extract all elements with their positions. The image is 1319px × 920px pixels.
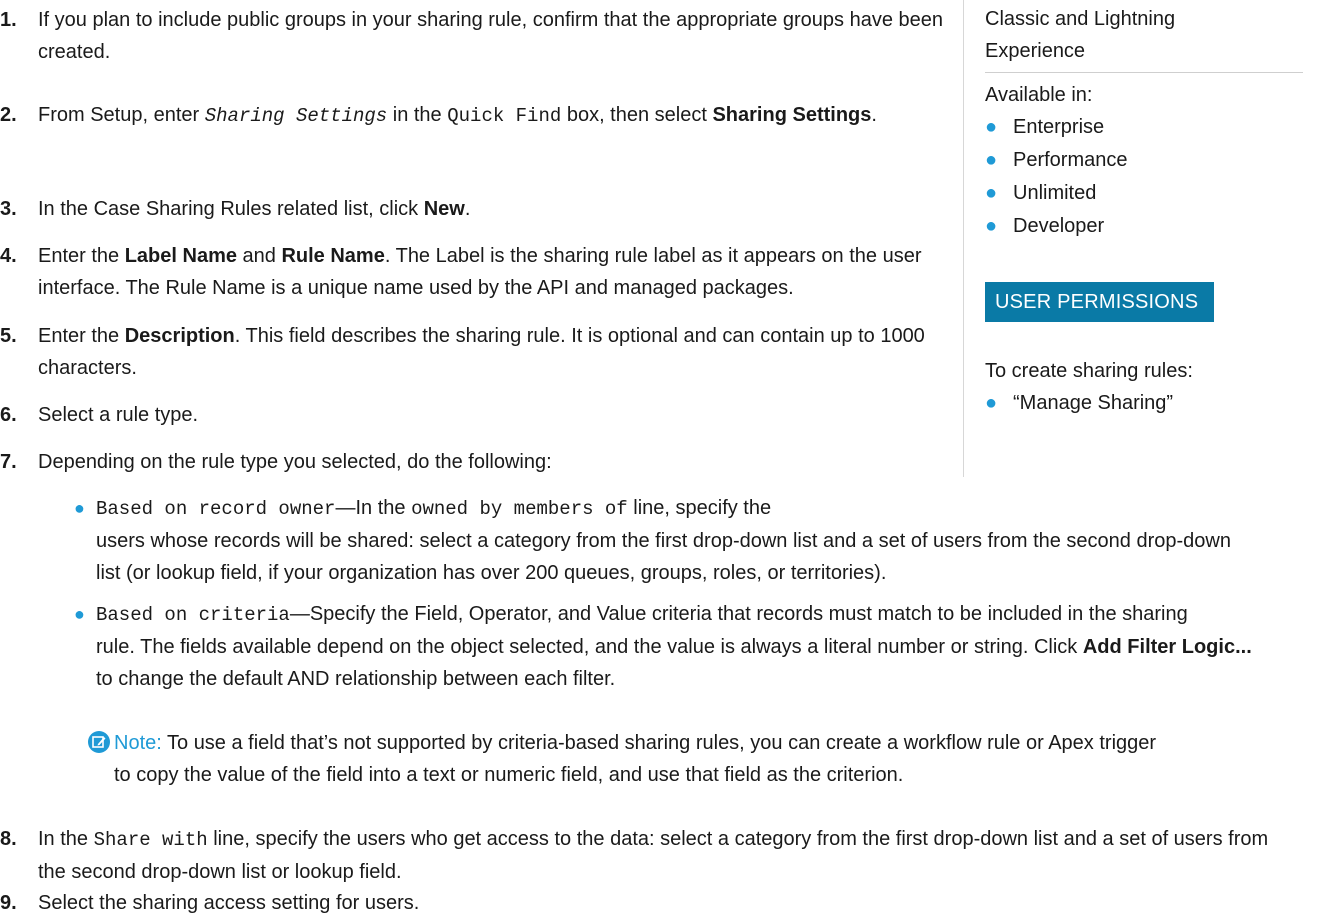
- permission-label: To create sharing rules:: [985, 360, 1193, 382]
- step-number: 1.: [0, 9, 17, 31]
- note-callout: Note: To use a field that’s not supporte…: [88, 727, 1294, 791]
- step-text: From Setup, enter Sharing Settings in th…: [38, 104, 877, 127]
- edition-sidebar: Classic and Lightning Experience Availab…: [963, 0, 1307, 477]
- step-text: If you plan to include public groups in …: [38, 9, 943, 63]
- sidebar-separator: [985, 72, 1303, 73]
- step-2: 2. From Setup, enter Sharing Settings in…: [0, 99, 960, 132]
- edition-item: ● Performance: [985, 145, 1128, 175]
- step-8: 8. In the Share with line, specify the u…: [0, 823, 1300, 888]
- sharing-settings-link: Sharing Settings: [712, 104, 872, 126]
- step-7: 7. Depending on the rule type you select…: [0, 446, 960, 478]
- step-number: 5.: [0, 325, 17, 347]
- bullet-icon: ●: [985, 149, 998, 171]
- step-text: In the Share with line, specify the user…: [38, 828, 1269, 883]
- bullet-icon: ●: [985, 116, 998, 138]
- step-3: 3. In the Case Sharing Rules related lis…: [0, 193, 960, 225]
- quick-find-term: Quick Find: [447, 105, 562, 127]
- step-number: 6.: [0, 404, 17, 426]
- step-text: In the Case Sharing Rules related list, …: [38, 198, 471, 220]
- step-text: Depending on the rule type you selected,…: [38, 451, 552, 473]
- step-number: 7.: [0, 451, 17, 473]
- add-filter-logic-link: Add Filter Logic...: [1082, 636, 1252, 658]
- share-with-term: Share with: [93, 829, 208, 851]
- available-in-label: Available in:: [985, 84, 1093, 106]
- step-text: Select a rule type.: [38, 404, 199, 426]
- step-text: Select the sharing access setting for us…: [38, 892, 420, 914]
- experience-line-1: Classic and Lightning: [985, 8, 1176, 30]
- user-permissions-heading: USER PERMISSIONS: [985, 282, 1214, 322]
- step-1: 1. If you plan to include public groups …: [0, 4, 960, 68]
- step-number: 3.: [0, 198, 17, 220]
- list-item: ● Based on record owner—In the owned by …: [74, 492, 1306, 589]
- setup-search-term: Sharing Settings: [204, 105, 388, 127]
- step-4: 4. Enter the Label Name and Rule Name. T…: [0, 240, 960, 304]
- bullet-icon: ●: [74, 498, 85, 518]
- step-number: 2.: [0, 104, 17, 126]
- bullet-icon: ●: [985, 392, 998, 414]
- step-number: 9.: [0, 892, 17, 914]
- step-5: 5. Enter the Description. This field des…: [0, 320, 960, 384]
- step-number: 8.: [0, 828, 17, 850]
- step-6: 6. Select a rule type.: [0, 399, 960, 431]
- sidebar-divider: [963, 0, 964, 477]
- bullet-icon: ●: [74, 604, 85, 624]
- edition-item: ● Unlimited: [985, 178, 1096, 208]
- bullet-icon: ●: [985, 215, 998, 237]
- bullet-icon: ●: [985, 182, 998, 204]
- step-text: Enter the Label Name and Rule Name. The …: [38, 245, 922, 299]
- edition-item: ● Developer: [985, 211, 1104, 241]
- step-number: 4.: [0, 245, 17, 267]
- experience-line-2: Experience: [985, 40, 1086, 62]
- list-item: ● Based on criteria—Specify the Field, O…: [74, 598, 1306, 695]
- step-9: 9. Select the sharing access setting for…: [0, 887, 1300, 919]
- permission-item: ● “Manage Sharing”: [985, 388, 1173, 418]
- note-label: Note:: [114, 732, 162, 754]
- edition-item: ● Enterprise: [985, 112, 1104, 142]
- new-button-label: New: [423, 198, 465, 220]
- edit-note-icon: [88, 731, 110, 753]
- step-text: Enter the Description. This field descri…: [38, 325, 925, 379]
